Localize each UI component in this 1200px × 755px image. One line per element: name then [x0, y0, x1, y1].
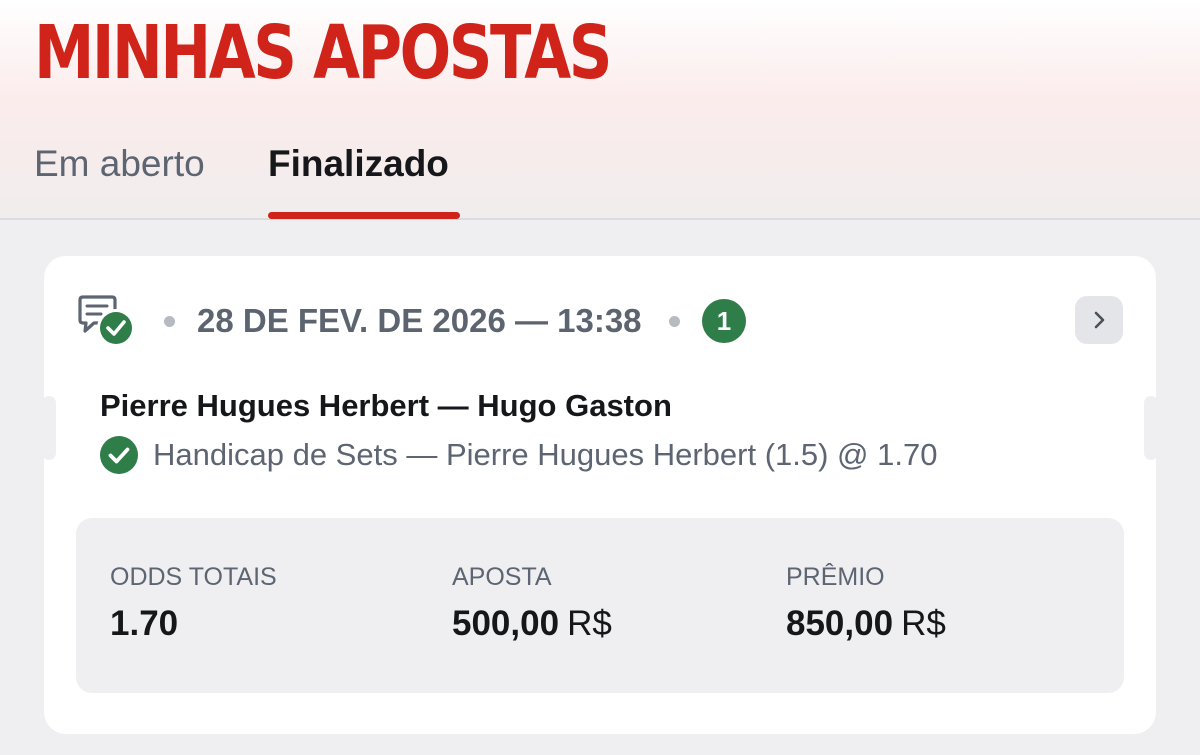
check-circle-icon: [100, 436, 138, 474]
selection-description: Handicap de Sets — Pierre Hugues Herbert…: [153, 437, 938, 472]
prize-label: PRÊMIO: [786, 563, 885, 591]
match-title: Pierre Hugues Herbert — Hugo Gaston: [100, 388, 672, 423]
tab-finalizado[interactable]: Finalizado: [268, 138, 449, 220]
prize-value: 850,00: [786, 604, 894, 643]
stake-currency: R$: [567, 604, 612, 643]
open-bet-details-button[interactable]: [1075, 296, 1123, 344]
separator-dot: [669, 316, 680, 327]
ticket-notch-right: [1144, 396, 1158, 460]
ticket-notch-left: [42, 396, 56, 460]
selections-count-badge: 1: [702, 299, 746, 343]
tab-bar: Em aberto Finalizado: [0, 138, 1200, 220]
stake-amount: 500,00 R$: [452, 602, 612, 646]
bet-datetime: 28 DE FEV. DE 2026 — 13:38: [197, 302, 642, 339]
active-tab-indicator: [268, 212, 460, 219]
ticket-check-icon: [76, 294, 138, 350]
tab-em-aberto[interactable]: Em aberto: [34, 138, 205, 220]
stake-value: 500,00: [452, 604, 560, 643]
stake-label: APOSTA: [452, 563, 552, 591]
separator-dot: [164, 316, 175, 327]
page-title: MINHAS APOSTAS: [34, 10, 612, 96]
header: MINHAS APOSTAS Em aberto Finalizado: [0, 0, 1200, 220]
odds-label: ODDS TOTAIS: [110, 563, 277, 591]
odds-value: 1.70: [110, 604, 179, 643]
prize-currency: R$: [901, 604, 946, 643]
chevron-right-icon: [1094, 311, 1105, 329]
prize-amount: 850,00 R$: [786, 602, 946, 646]
